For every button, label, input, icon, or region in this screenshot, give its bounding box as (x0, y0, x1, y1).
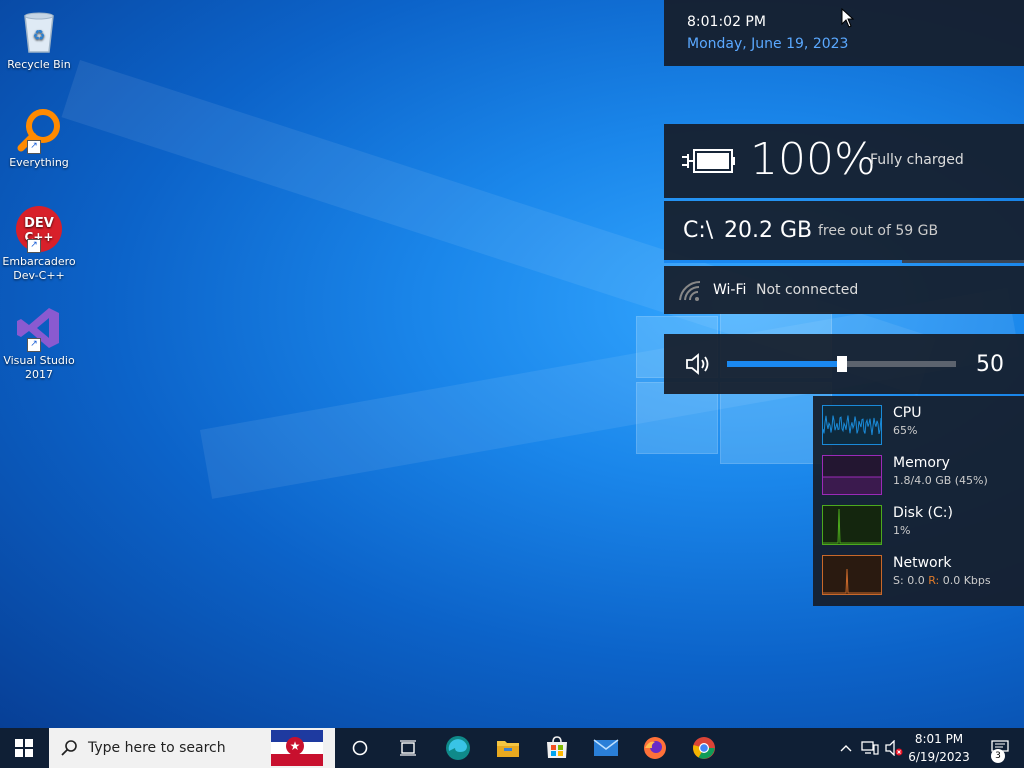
recycle-bin-icon: ♻ (15, 8, 63, 56)
network-graph (822, 555, 882, 595)
perf-row-memory[interactable]: Memory 1.8/4.0 GB (45%) (822, 455, 1022, 499)
taskbar-search-box[interactable]: Type here to search ★ (49, 728, 335, 768)
taskbar-store-button[interactable] (535, 728, 579, 768)
perf-value: 1.8/4.0 GB (45%) (893, 474, 988, 487)
battery-widget[interactable]: 100% Fully charged (664, 124, 1024, 198)
network-send-value: 0.0 (907, 574, 925, 587)
mail-icon (593, 739, 619, 756)
perf-name: Disk (C:) (893, 505, 953, 521)
tray-show-hidden-button[interactable] (834, 728, 858, 768)
perf-name: CPU (893, 405, 922, 421)
firefox-icon (644, 737, 666, 759)
taskbar-chrome-button[interactable] (682, 728, 726, 768)
memory-graph (822, 455, 882, 495)
speaker-icon[interactable] (685, 353, 713, 375)
cortana-button[interactable] (338, 728, 382, 768)
wifi-widget[interactable]: Wi-Fi Not connected (664, 266, 1024, 314)
performance-widget[interactable]: CPU 65% Memory 1.8/4.0 GB (45%) Disk (C:… (813, 396, 1024, 606)
search-icon (61, 740, 77, 756)
search-placeholder: Type here to search (88, 740, 226, 756)
mouse-cursor-icon (841, 8, 855, 28)
wifi-status: Not connected (756, 282, 859, 298)
desktop-icon-devcpp[interactable]: DEV C++ ↗ Embarcadero Dev-C++ (2, 205, 76, 283)
volume-value: 50 (976, 352, 1004, 377)
network-recv-prefix: R: (928, 574, 940, 587)
desktop-icon-everything[interactable]: ↗ Everything (2, 106, 76, 170)
tray-time: 8:01 PM (914, 732, 964, 746)
disk-usage-fill (664, 260, 902, 263)
wifi-name: Wi-Fi (713, 282, 747, 298)
shortcut-arrow-icon: ↗ (27, 140, 41, 154)
volume-slider-thumb[interactable] (836, 356, 847, 372)
disk-usage-bar (664, 260, 1024, 263)
visual-studio-icon: ↗ (15, 304, 63, 352)
desktop-icon-recycle-bin[interactable]: ♻ Recycle Bin (2, 8, 76, 72)
disk-free-space: 20.2 GB (724, 218, 813, 243)
clock-time: 8:01:02 PM (687, 14, 766, 30)
volume-slider-fill (727, 361, 842, 367)
perf-name: Memory (893, 455, 950, 471)
chevron-up-icon (840, 745, 852, 752)
svg-text:★: ★ (290, 739, 301, 753)
shortcut-arrow-icon: ↗ (27, 338, 41, 352)
perf-row-cpu[interactable]: CPU 65% (822, 405, 1022, 449)
clock-date: Monday, June 19, 2023 (687, 36, 849, 52)
battery-percent: 100% (750, 134, 876, 185)
svg-text:♻: ♻ (33, 28, 46, 44)
disk-widget[interactable]: C:\ 20.2 GB free out of 59 GB (664, 201, 1024, 263)
taskbar-edge-button[interactable] (436, 728, 480, 768)
everything-search-icon: ↗ (15, 106, 63, 154)
svg-text:DEV: DEV (24, 216, 54, 231)
desktop[interactable]: ♻ Recycle Bin ↗ Everything DEV C++ ↗ Emb… (0, 0, 1024, 728)
perf-row-network[interactable]: Network S: 0.0 R: 0.0 Kbps (822, 555, 1022, 599)
shortcut-arrow-icon: ↗ (27, 239, 41, 253)
taskbar: Type here to search ★ 8:01 PM 6/19/2023 … (0, 728, 1024, 768)
perf-value: 1% (893, 524, 911, 537)
disk-drive-letter: C:\ (683, 218, 714, 243)
perf-value: S: 0.0 R: 0.0 Kbps (893, 574, 991, 587)
desktop-icon-visual-studio[interactable]: ↗ Visual Studio 2017 (2, 304, 76, 382)
microsoft-store-icon (547, 736, 567, 758)
desktop-icon-label: Everything (9, 156, 69, 169)
network-recv-value: 0.0 Kbps (942, 574, 991, 587)
battery-plug-icon (682, 149, 735, 173)
desktop-icon-label: Embarcadero Dev-C++ (2, 255, 76, 282)
perf-name: Network (893, 555, 952, 571)
desktop-icon-label: Recycle Bin (7, 58, 71, 71)
file-explorer-icon (497, 741, 519, 757)
taskbar-firefox-button[interactable] (633, 728, 677, 768)
volume-slider[interactable] (727, 356, 956, 372)
task-view-icon (400, 740, 416, 756)
volume-widget[interactable]: 50 (664, 334, 1024, 394)
disk-total-space: free out of 59 GB (818, 223, 939, 239)
tray-date: 6/19/2023 (908, 750, 970, 764)
notification-count-badge: 3 (991, 749, 1005, 763)
edge-browser-icon (446, 736, 470, 760)
wifi-icon (679, 280, 701, 301)
cortana-circle-icon (352, 740, 368, 756)
start-button[interactable] (2, 728, 46, 768)
search-highlight-flag-icon: ★ (271, 730, 323, 766)
taskbar-file-explorer-button[interactable] (486, 728, 530, 768)
devcpp-icon: DEV C++ ↗ (15, 205, 63, 253)
network-disconnected-icon (861, 741, 879, 755)
cpu-graph (822, 405, 882, 445)
disk-graph (822, 505, 882, 545)
network-send-prefix: S: (893, 574, 904, 587)
task-view-button[interactable] (386, 728, 430, 768)
battery-status: Fully charged (870, 152, 964, 168)
taskbar-mail-button[interactable] (584, 728, 628, 768)
tray-network-button[interactable] (858, 728, 882, 768)
desktop-icon-label: Visual Studio 2017 (3, 354, 75, 381)
perf-value: 65% (893, 424, 918, 437)
perf-row-disk[interactable]: Disk (C:) 1% (822, 505, 1022, 549)
chrome-icon (693, 737, 715, 759)
windows-start-icon (15, 739, 33, 757)
